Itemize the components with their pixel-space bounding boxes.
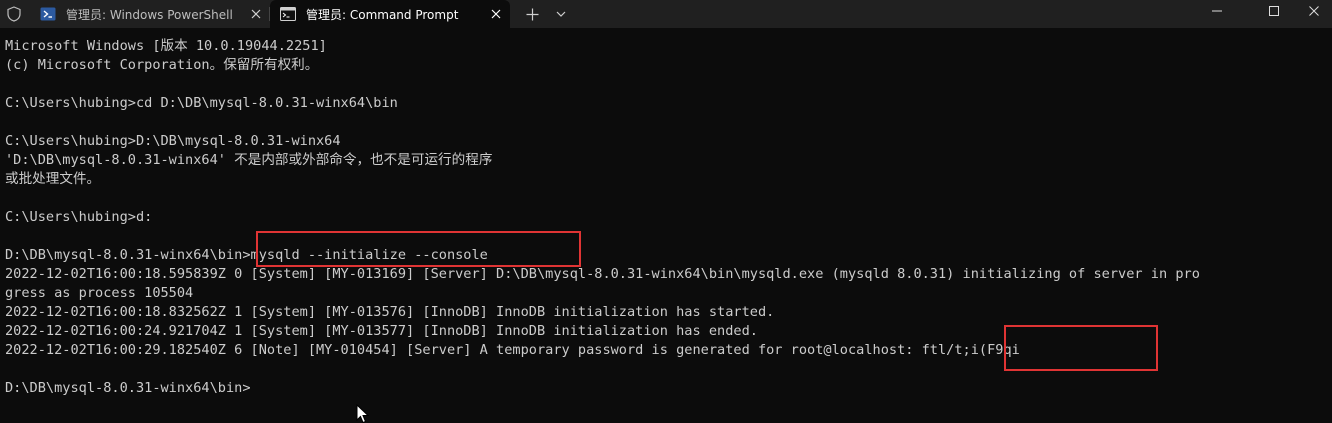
terminal-line: Microsoft Windows [版本 10.0.19044.2251] — [5, 38, 327, 54]
terminal-line: C:\Users\hubing>D:\DB\mysql-8.0.31-winx6… — [5, 133, 341, 149]
minimize-button[interactable] — [1194, 0, 1240, 22]
title-bar: 管理员: Windows PowerShell 管理员: Command Pro… — [0, 0, 1332, 28]
terminal-line-password: 2022-12-02T16:00:29.182540Z 6 [Note] [MY… — [5, 342, 1020, 358]
terminal-line: C:\Users\hubing>cd D:\DB\mysql-8.0.31-wi… — [5, 95, 398, 111]
terminal-line: C:\Users\hubing>d: — [5, 209, 153, 225]
terminal-prompt[interactable]: D:\DB\mysql-8.0.31-winx64\bin> — [5, 379, 1332, 398]
terminal-line: 2022-12-02T16:00:18.832562Z 1 [System] [… — [5, 304, 775, 320]
terminal-line: 2022-12-02T16:00:18.595839Z 0 [System] [… — [5, 266, 1200, 282]
powershell-icon — [40, 6, 56, 22]
mouse-pointer-icon — [356, 403, 370, 423]
maximize-icon — [1269, 6, 1279, 16]
close-window-button[interactable] — [1295, 0, 1332, 22]
close-tab-icon[interactable] — [482, 0, 510, 28]
cmd-icon — [280, 6, 296, 22]
close-tab-icon[interactable] — [242, 0, 270, 28]
shield-icon — [5, 5, 23, 23]
close-icon — [1308, 6, 1319, 16]
tab-powershell[interactable]: 管理员: Windows PowerShell — [30, 0, 270, 28]
minimize-icon — [1212, 10, 1222, 12]
terminal-line: 2022-12-02T16:00:24.921704Z 1 [System] [… — [5, 323, 758, 339]
terminal-line: gress as process 105504 — [5, 285, 194, 301]
maximize-button[interactable] — [1251, 0, 1297, 22]
terminal-line-command: D:\DB\mysql-8.0.31-winx64\bin>mysqld --i… — [5, 247, 488, 263]
profile-dropdown-button[interactable] — [550, 0, 572, 28]
tab-label: 管理员: Command Prompt — [306, 7, 459, 22]
terminal-line: 或批处理文件。 — [5, 171, 101, 187]
new-tab-button[interactable] — [520, 0, 544, 28]
plus-icon — [526, 8, 538, 20]
terminal-line: 'D:\DB\mysql-8.0.31-winx64' 不是内部或外部命令，也不… — [5, 152, 493, 168]
terminal-output[interactable]: Microsoft Windows [版本 10.0.19044.2251] (… — [0, 28, 1332, 423]
terminal-line: (c) Microsoft Corporation。保留所有权利。 — [5, 57, 319, 73]
chevron-down-icon — [556, 11, 566, 17]
tab-command-prompt[interactable]: 管理员: Command Prompt — [270, 0, 510, 28]
tab-label: 管理员: Windows PowerShell — [66, 7, 233, 22]
